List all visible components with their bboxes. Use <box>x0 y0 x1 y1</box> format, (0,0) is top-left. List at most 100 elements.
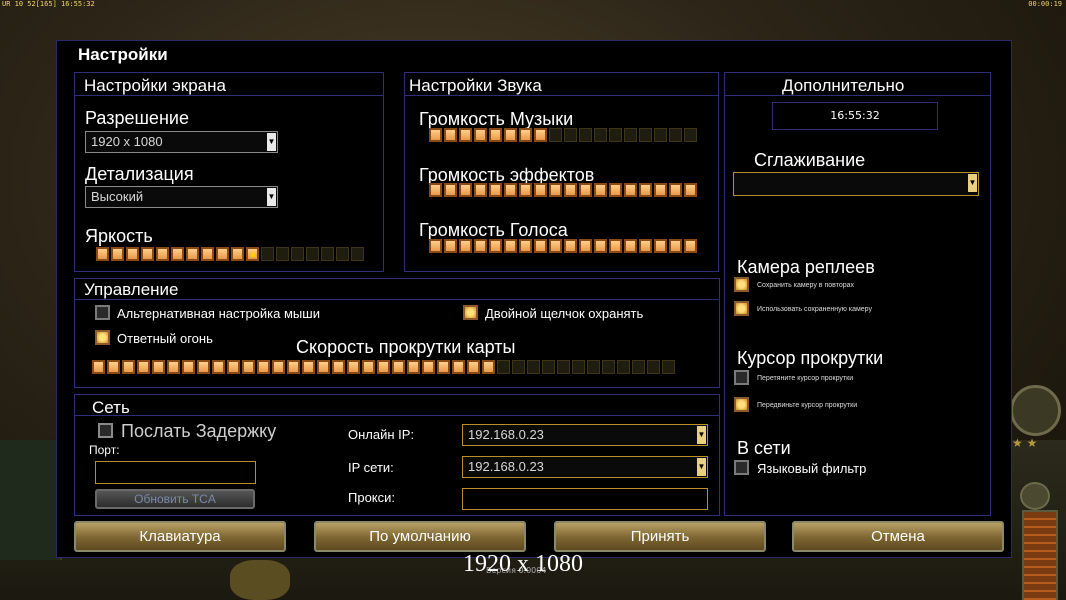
slider-segment[interactable] <box>467 360 480 374</box>
slider-segment[interactable] <box>639 239 652 253</box>
slider-segment[interactable] <box>167 360 180 374</box>
slider-segment[interactable] <box>579 239 592 253</box>
slider-segment[interactable] <box>474 183 487 197</box>
language-filter-checkbox[interactable] <box>734 460 749 475</box>
slider-segment[interactable] <box>624 183 637 197</box>
voice-volume-slider[interactable] <box>429 239 699 253</box>
slider-segment[interactable] <box>549 183 562 197</box>
save-camera-checkbox[interactable] <box>734 277 749 292</box>
music-volume-slider[interactable] <box>429 128 699 142</box>
slider-segment[interactable] <box>534 183 547 197</box>
double-click-checkbox[interactable] <box>463 305 478 320</box>
slider-segment[interactable] <box>594 183 607 197</box>
slider-segment[interactable] <box>407 360 420 374</box>
slider-segment[interactable] <box>317 360 330 374</box>
slider-segment[interactable] <box>669 128 682 142</box>
slider-segment[interactable] <box>654 239 667 253</box>
chevron-down-icon[interactable]: ▼ <box>697 458 706 476</box>
slider-segment[interactable] <box>336 247 349 261</box>
brightness-slider[interactable] <box>96 247 366 261</box>
slider-segment[interactable] <box>152 360 165 374</box>
slider-segment[interactable] <box>542 360 555 374</box>
slider-segment[interactable] <box>609 239 622 253</box>
slider-segment[interactable] <box>392 360 405 374</box>
slider-segment[interactable] <box>362 360 375 374</box>
slider-segment[interactable] <box>321 247 334 261</box>
detail-dropdown[interactable]: Высокий ▼ <box>85 186 278 208</box>
slider-segment[interactable] <box>534 128 547 142</box>
scroll-speed-slider[interactable] <box>92 360 677 374</box>
defaults-button[interactable]: По умолчанию <box>314 521 526 552</box>
slider-segment[interactable] <box>602 360 615 374</box>
slider-segment[interactable] <box>564 128 577 142</box>
drag-cursor-checkbox[interactable] <box>734 370 749 385</box>
slider-segment[interactable] <box>459 239 472 253</box>
slider-segment[interactable] <box>92 360 105 374</box>
lan-ip-dropdown[interactable]: 192.168.0.23 ▼ <box>462 456 708 478</box>
slider-segment[interactable] <box>564 239 577 253</box>
slider-segment[interactable] <box>137 360 150 374</box>
slider-segment[interactable] <box>684 183 697 197</box>
slider-segment[interactable] <box>272 360 285 374</box>
slider-segment[interactable] <box>377 360 390 374</box>
slider-segment[interactable] <box>549 239 562 253</box>
slider-segment[interactable] <box>609 128 622 142</box>
slider-segment[interactable] <box>96 247 109 261</box>
slider-segment[interactable] <box>444 128 457 142</box>
slider-segment[interactable] <box>572 360 585 374</box>
slider-segment[interactable] <box>242 360 255 374</box>
slider-segment[interactable] <box>261 247 274 261</box>
accept-button[interactable]: Принять <box>554 521 766 552</box>
slider-segment[interactable] <box>306 247 319 261</box>
slider-segment[interactable] <box>512 360 525 374</box>
slider-segment[interactable] <box>647 360 660 374</box>
alt-mouse-checkbox[interactable] <box>95 305 110 320</box>
slider-segment[interactable] <box>504 239 517 253</box>
slider-segment[interactable] <box>669 239 682 253</box>
slider-segment[interactable] <box>587 360 600 374</box>
slider-segment[interactable] <box>594 239 607 253</box>
slider-segment[interactable] <box>669 183 682 197</box>
slider-segment[interactable] <box>429 128 442 142</box>
slider-segment[interactable] <box>579 183 592 197</box>
chevron-down-icon[interactable]: ▼ <box>267 188 276 206</box>
effects-volume-slider[interactable] <box>429 183 699 197</box>
chevron-down-icon[interactable]: ▼ <box>968 174 977 192</box>
slider-segment[interactable] <box>519 239 532 253</box>
use-saved-camera-checkbox[interactable] <box>734 301 749 316</box>
slider-segment[interactable] <box>684 128 697 142</box>
slider-segment[interactable] <box>474 239 487 253</box>
slider-segment[interactable] <box>437 360 450 374</box>
slider-segment[interactable] <box>212 360 225 374</box>
slider-segment[interactable] <box>549 128 562 142</box>
slider-segment[interactable] <box>227 360 240 374</box>
slider-segment[interactable] <box>654 128 667 142</box>
slider-segment[interactable] <box>654 183 667 197</box>
slider-segment[interactable] <box>332 360 345 374</box>
slider-segment[interactable] <box>182 360 195 374</box>
send-delay-checkbox[interactable] <box>98 423 113 438</box>
slider-segment[interactable] <box>684 239 697 253</box>
update-tca-button[interactable]: Обновить TCA <box>95 489 255 509</box>
proxy-input[interactable] <box>462 488 708 510</box>
slider-segment[interactable] <box>111 247 124 261</box>
slider-segment[interactable] <box>662 360 675 374</box>
slider-segment[interactable] <box>632 360 645 374</box>
slider-segment[interactable] <box>302 360 315 374</box>
slider-segment[interactable] <box>617 360 630 374</box>
cancel-button[interactable]: Отмена <box>792 521 1004 552</box>
slider-segment[interactable] <box>564 183 577 197</box>
slider-segment[interactable] <box>216 247 229 261</box>
slider-segment[interactable] <box>287 360 300 374</box>
slider-segment[interactable] <box>474 128 487 142</box>
slider-segment[interactable] <box>257 360 270 374</box>
slider-segment[interactable] <box>519 128 532 142</box>
slider-segment[interactable] <box>557 360 570 374</box>
chevron-down-icon[interactable]: ▼ <box>697 426 706 444</box>
slider-segment[interactable] <box>452 360 465 374</box>
slider-segment[interactable] <box>504 183 517 197</box>
port-input[interactable] <box>95 461 256 484</box>
slider-segment[interactable] <box>126 247 139 261</box>
slider-segment[interactable] <box>141 247 154 261</box>
slider-segment[interactable] <box>489 128 502 142</box>
